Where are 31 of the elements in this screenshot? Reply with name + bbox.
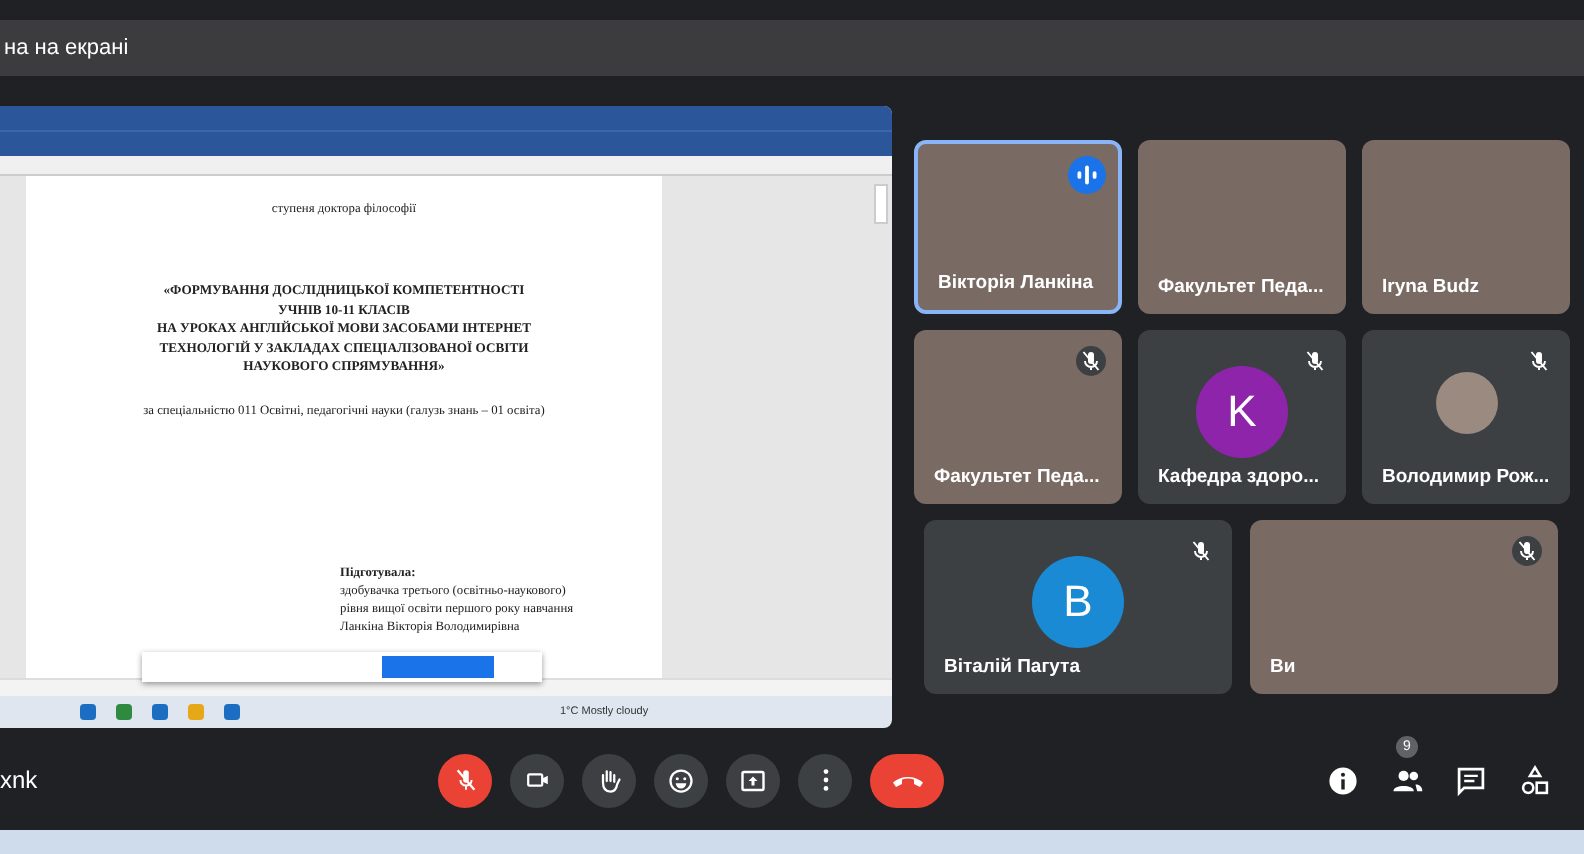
camera-button[interactable] [510,753,564,807]
avatar-circle: B [1032,555,1124,647]
mic-icon [451,766,479,794]
raise-hand-button[interactable] [582,753,636,807]
app-icon[interactable] [80,704,96,720]
leave-call-button[interactable] [870,753,944,807]
more-options-button[interactable] [798,753,852,807]
meeting-code: xnk [0,766,38,794]
app-icon[interactable] [224,704,240,720]
participant-name: Володимир Рож... [1382,466,1550,488]
participant-name: Ви [1270,656,1296,678]
chat-icon[interactable] [1454,763,1488,797]
phone-icon [889,771,925,789]
participant-name: Кафедра здоро... [1158,466,1320,488]
participant-name: Факультет Педа... [1158,276,1324,298]
avatar-circle [1435,372,1497,434]
participant-name: Факультет Педа... [934,466,1100,488]
scrollbar [874,184,888,224]
avatar-circle: K [1196,365,1288,457]
activities-icon[interactable] [1518,763,1552,797]
microphone-button[interactable] [438,753,492,807]
participant-name: Iryna Budz [1382,276,1480,298]
present-icon [738,765,768,795]
emoji-button[interactable] [654,753,708,807]
app-icon[interactable] [152,704,168,720]
info-icon[interactable] [1326,763,1360,797]
present-screen-button[interactable] [726,753,780,807]
presentation-title: на на екрані [2,36,129,60]
participant-name: Віталій Пагута [944,656,1080,678]
smiley-icon [666,765,696,795]
participant-name: Вікторія Ланкіна [938,272,1094,294]
